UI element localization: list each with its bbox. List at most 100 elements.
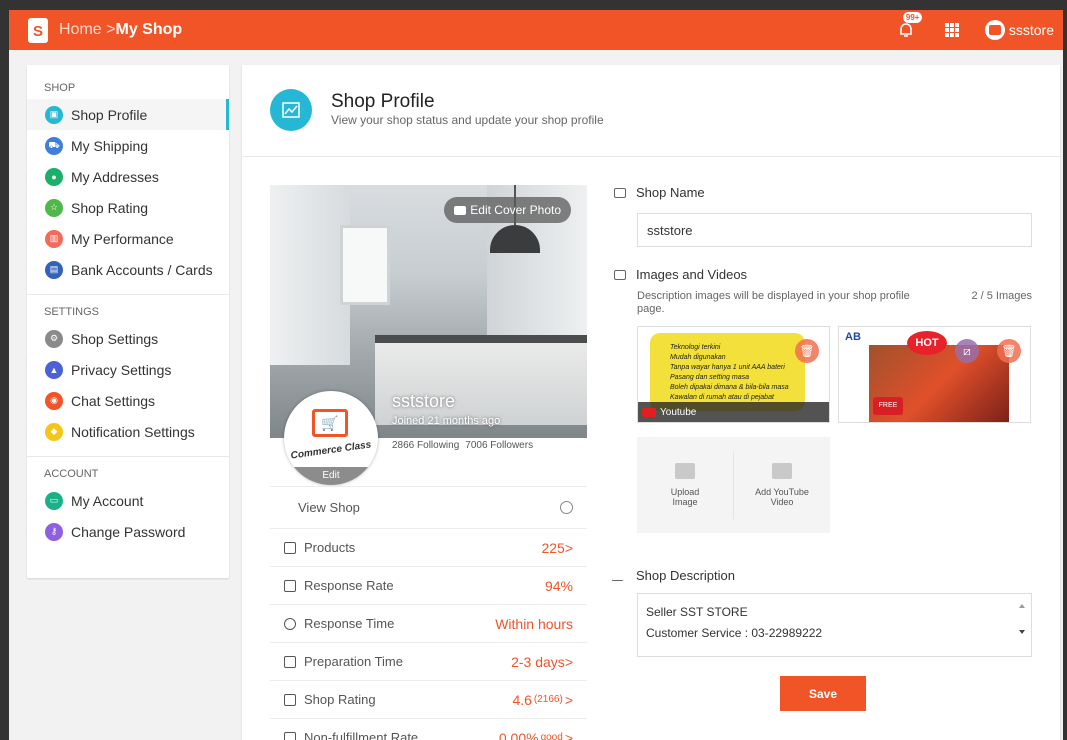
breadcrumb-current: My Shop xyxy=(115,21,183,38)
sidebar-item-label: My Performance xyxy=(71,230,174,247)
thumb2-brand: AB xyxy=(845,331,861,343)
edit-cover-label: Edit Cover Photo xyxy=(470,203,561,217)
description-label: Shop Description xyxy=(636,568,735,583)
edit-cover-photo-button[interactable]: Edit Cover Photo xyxy=(444,197,571,223)
crop-image-icon[interactable]: ⧄ xyxy=(955,339,979,363)
sidebar-item-label: Change Password xyxy=(71,523,186,540)
shop-logo[interactable]: 🛒 Commerce Class Edit xyxy=(284,391,378,485)
shop-description-textarea[interactable]: Seller SST STORE Customer Service : 03-2… xyxy=(637,593,1032,657)
sidebar-item-label: Shop Profile xyxy=(71,106,148,123)
upload-image-button[interactable]: Upload Image xyxy=(637,437,733,533)
chevron-right-icon: > xyxy=(564,653,573,670)
sidebar-item-chat-settings[interactable]: ◉ Chat Settings xyxy=(27,385,229,416)
sidebar-item-label: Shop Rating xyxy=(71,199,149,216)
location-pin-icon: ● xyxy=(45,167,63,186)
image-thumb-2[interactable]: AB HOT FREE ⧄ 🗑 xyxy=(838,326,1031,423)
textarea-scrollbar[interactable] xyxy=(1017,600,1027,650)
card-icon: ▤ xyxy=(45,260,63,279)
sidebar-item-label: Bank Accounts / Cards xyxy=(71,261,213,278)
stat-label: Non-fulfillment Rate xyxy=(304,730,419,740)
shop-name-input[interactable]: sststore xyxy=(637,213,1032,247)
main-panel: Shop Profile View your shop status and u… xyxy=(242,65,1060,740)
upload-image-label: Upload Image xyxy=(670,487,700,507)
sidebar-item-label: My Addresses xyxy=(71,168,159,185)
sidebar-item-my-addresses[interactable]: ● My Addresses xyxy=(27,161,229,192)
apps-grid-icon[interactable] xyxy=(944,23,959,37)
thumb1-line: Pasang dan setting masa xyxy=(670,374,749,381)
shop-profile-header-icon xyxy=(270,89,312,131)
cover-cabinet-left xyxy=(270,185,350,365)
shield-icon xyxy=(284,731,296,740)
images-grid: Teknologi terkini Mudah digunakan Tanpa … xyxy=(637,326,1032,536)
thumb2-hot-badge: HOT xyxy=(907,331,947,355)
scroll-up-icon[interactable] xyxy=(1019,604,1025,608)
delete-image-icon[interactable]: 🗑 xyxy=(997,339,1021,363)
description-line: Seller SST STORE xyxy=(646,605,748,619)
top-bar: Home >My Shop 99+ ssstore xyxy=(9,10,1063,50)
sidebar-item-label: Chat Settings xyxy=(71,392,156,409)
sidebar-item-label: Notification Settings xyxy=(71,423,195,440)
save-button[interactable]: Save xyxy=(780,676,866,711)
description-line: Customer Service : 03-22989222 xyxy=(646,626,823,640)
description-label-row: Shop Description xyxy=(611,568,1034,583)
add-youtube-label: Add YouTube Video xyxy=(755,487,809,507)
cover-window xyxy=(340,225,390,305)
stat-row-shop-rating[interactable]: Shop Rating 4.6 (2166) > xyxy=(270,680,587,718)
stat-row-preparation-time[interactable]: Preparation Time 2-3 days > xyxy=(270,642,587,680)
scroll-down-icon[interactable] xyxy=(1019,630,1025,634)
images-description-row: Description images will be displayed in … xyxy=(637,290,1032,316)
sidebar-item-shop-rating[interactable]: ☆ Shop Rating xyxy=(27,192,229,223)
stat-value: 2-3 days xyxy=(511,653,565,670)
sidebar-item-notification-settings[interactable]: ◆ Notification Settings xyxy=(27,416,229,447)
avatar[interactable] xyxy=(984,20,1005,40)
cover-shop-name: sststore xyxy=(392,391,456,411)
sidebar-item-my-performance[interactable]: ▥ My Performance xyxy=(27,223,229,254)
sidebar-item-change-password[interactable]: ⚷ Change Password xyxy=(27,516,229,547)
store-icon xyxy=(614,187,626,198)
notification-badge: 99+ xyxy=(902,12,923,23)
upload-box: Upload Image Add YouTube Video xyxy=(637,437,830,533)
following-count[interactable]: 2866 Following xyxy=(392,440,459,451)
view-shop-row[interactable]: View Shop xyxy=(270,486,587,528)
edit-logo-button[interactable]: Edit xyxy=(284,467,378,485)
thumb1-product-card: Teknologi terkini Mudah digunakan Tanpa … xyxy=(650,333,805,411)
sidebar-divider xyxy=(27,456,229,457)
thumb2-free-badge: FREE xyxy=(873,397,903,415)
key-icon: ⚷ xyxy=(45,522,63,541)
sidebar-item-shop-settings[interactable]: ⚙ Shop Settings xyxy=(27,323,229,354)
youtube-bar: Youtube xyxy=(638,402,829,422)
sidebar-item-privacy-settings[interactable]: ▲ Privacy Settings xyxy=(27,354,229,385)
breadcrumb-home[interactable]: Home xyxy=(59,21,102,38)
image-thumb-1[interactable]: Teknologi terkini Mudah digunakan Tanpa … xyxy=(637,326,830,423)
images-label: Images and Videos xyxy=(636,267,748,282)
camera-icon xyxy=(454,205,467,215)
sidebar-item-my-shipping[interactable]: ⛟ My Shipping xyxy=(27,130,229,161)
username[interactable]: ssstore xyxy=(1009,22,1054,38)
images-count: 2 / 5 Images xyxy=(971,290,1032,302)
sidebar-item-shop-profile[interactable]: ▣ Shop Profile xyxy=(27,99,229,130)
thumb1-text: Teknologi terkini Mudah digunakan Tanpa … xyxy=(670,343,789,403)
truck-icon xyxy=(284,655,296,668)
profile-form: Shop Name sststore Images and Videos Des… xyxy=(611,185,1034,657)
chevron-right-icon: > xyxy=(564,729,573,740)
sidebar-item-label: Privacy Settings xyxy=(71,361,172,378)
images-label-row: Images and Videos xyxy=(614,267,1034,282)
stat-value: 94% xyxy=(544,577,573,594)
sidebar-section-settings: SETTINGS xyxy=(44,306,100,318)
rating-count: (2166) xyxy=(533,694,563,705)
stat-label: Products xyxy=(304,540,356,555)
shopee-logo-icon[interactable] xyxy=(28,17,48,43)
thumb1-line: Boleh dipakai dimana & bila-bila masa xyxy=(670,384,789,391)
id-card-icon: ▭ xyxy=(45,491,63,510)
sidebar-item-bank-accounts[interactable]: ▤ Bank Accounts / Cards xyxy=(27,254,229,285)
add-youtube-video-button[interactable]: Add YouTube Video xyxy=(733,451,830,519)
followers-count[interactable]: 7006 Followers xyxy=(465,440,533,451)
notification-bell-icon[interactable]: 99+ xyxy=(897,12,923,39)
stat-label: Response Time xyxy=(304,616,395,631)
sidebar-item-my-account[interactable]: ▭ My Account xyxy=(27,485,229,516)
stat-row-non-fulfillment[interactable]: Non-fulfillment Rate 0.00% good > xyxy=(270,718,587,740)
stat-row-products[interactable]: Products 225 > xyxy=(270,528,587,566)
star-icon: ☆ xyxy=(45,198,63,217)
shop-logo-text: Commerce Class xyxy=(290,439,372,462)
delete-image-icon[interactable]: 🗑 xyxy=(795,339,819,363)
